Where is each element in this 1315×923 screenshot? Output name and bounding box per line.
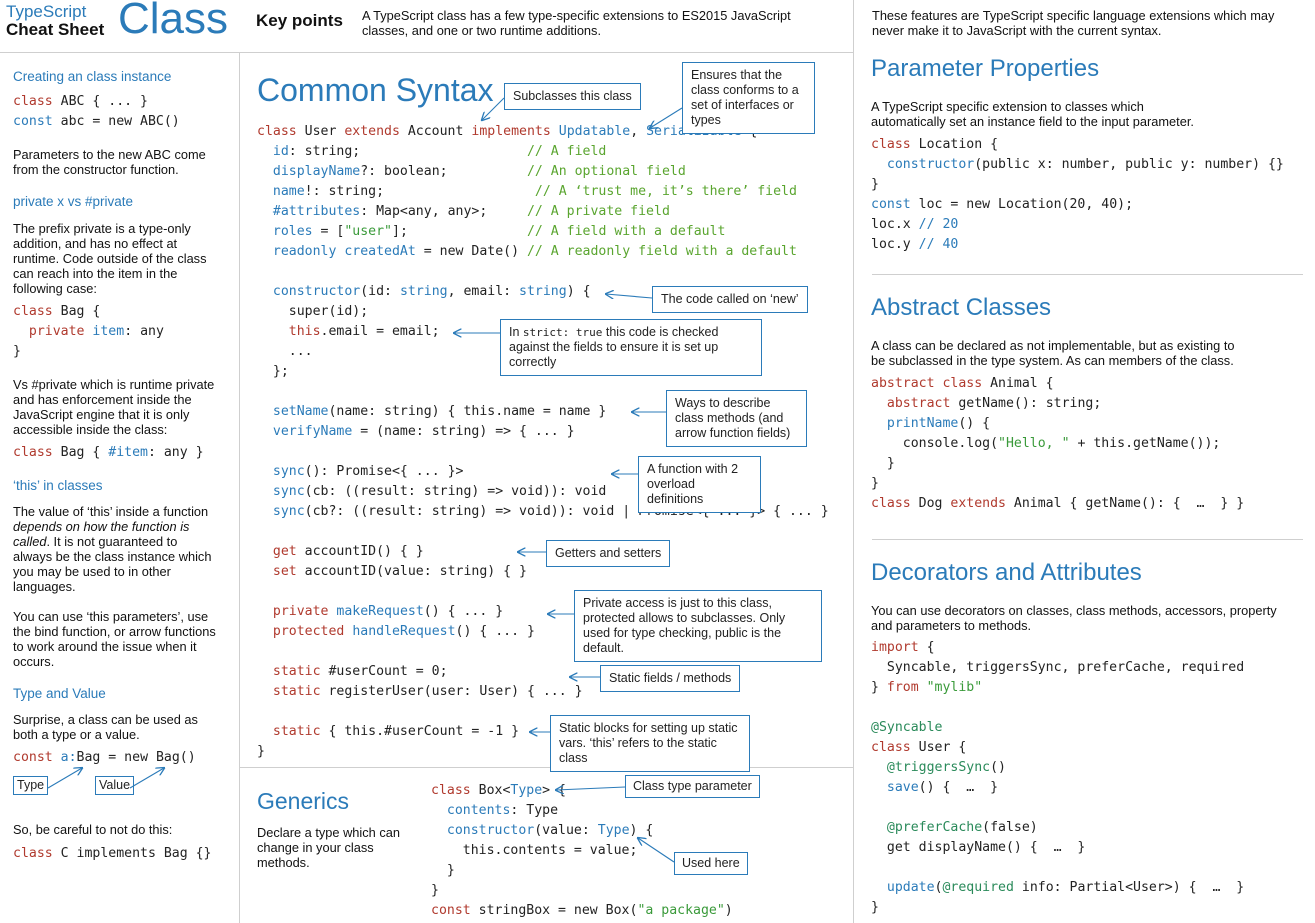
right-divider-1: [872, 274, 1303, 275]
section-title-abstract-classes: Abstract Classes: [871, 294, 1052, 321]
generics-divider: [239, 767, 853, 768]
left-column-divider: [239, 52, 240, 923]
code-creating-instance: class ABC { ... } const abc = new ABC(): [13, 94, 180, 129]
section-title-private: private x vs #private: [13, 194, 134, 209]
section-title-generics: Generics: [257, 788, 350, 814]
callout-getters-setters: Getters and setters: [546, 540, 671, 567]
code-abstract-classes: abstract class Animal { abstract getName…: [871, 376, 1245, 511]
text-this-workaround: You can use ‘this parameters’, use the b…: [13, 609, 216, 669]
callout-private-access: Private access is just to this class, pr…: [574, 590, 822, 662]
page-title: Class: [118, 0, 229, 43]
section-title-decorators: Decorators and Attributes: [871, 559, 1142, 586]
callout-methods: Ways to describe class methods (and arro…: [666, 390, 807, 447]
text-type-value: Surprise, a class can be used as both a …: [13, 712, 198, 742]
code-parameter-properties: class Location { constructor(public x: n…: [871, 137, 1284, 252]
section-title-this: ‘this’ in classes: [13, 478, 103, 493]
code-decorators: import { Syncable, triggersSync, preferC…: [871, 640, 1245, 915]
code-hash-private: class Bag { #item: any }: [13, 445, 204, 460]
section-title-creating-instance: Creating an class instance: [13, 69, 172, 84]
text-abstract-classes: A class can be declared as not implement…: [871, 338, 1235, 368]
callout-strict: In strict: true this code is checked aga…: [500, 319, 762, 376]
text-private: The prefix private is a type-only additi…: [13, 221, 207, 296]
right-divider-2: [872, 539, 1303, 540]
key-points-text: A TypeScript class has a few type-specif…: [362, 8, 791, 38]
callout-constructor: The code called on ‘new’: [652, 286, 808, 313]
text-creating-instance: Parameters to the new ABC come from the …: [13, 147, 206, 177]
text-decorators: You can use decorators on classes, class…: [871, 603, 1277, 633]
callout-class-type-param: Class type parameter: [625, 775, 760, 798]
text-this: The value of ‘this’ inside a function de…: [13, 504, 212, 594]
callout-overload: A function with 2 overload definitions: [638, 456, 761, 513]
callout-subclasses: Subclasses this class: [504, 83, 641, 110]
callout-static: Static fields / methods: [600, 665, 741, 692]
section-title-type-value: Type and Value: [13, 686, 106, 701]
right-intro-text: These features are TypeScript specific l…: [872, 8, 1275, 38]
text-hash-private: Vs #private which is runtime private and…: [13, 377, 215, 437]
brand-cheat-sheet: Cheat Sheet: [6, 20, 105, 39]
code-careful: class C implements Bag {}: [13, 846, 212, 861]
callout-ensures-interfaces: Ensures that the class conforms to a set…: [682, 62, 815, 134]
code-generics: class Box<Type> { contents: Type constru…: [431, 783, 733, 918]
label-value: Value: [95, 776, 135, 795]
text-parameter-properties: A TypeScript specific extension to class…: [871, 99, 1194, 129]
header-divider: [0, 52, 853, 53]
brand-typescript: TypeScript: [6, 2, 87, 21]
label-type: Type: [13, 776, 49, 795]
text-generics: Declare a type which can change in your …: [257, 825, 400, 870]
section-title-common-syntax: Common Syntax: [257, 72, 494, 108]
callout-used-here: Used here: [674, 852, 748, 875]
callout-static-blocks: Static blocks for setting up static vars…: [550, 715, 750, 772]
right-column-divider: [853, 0, 854, 923]
code-private-bag: class Bag { private item: any }: [13, 304, 164, 359]
code-type-value: const a:Bag = new Bag(): [13, 750, 196, 765]
key-points-label: Key points: [256, 11, 343, 30]
section-title-parameter-properties: Parameter Properties: [871, 55, 1100, 82]
text-careful: So, be careful to not do this:: [13, 822, 173, 837]
